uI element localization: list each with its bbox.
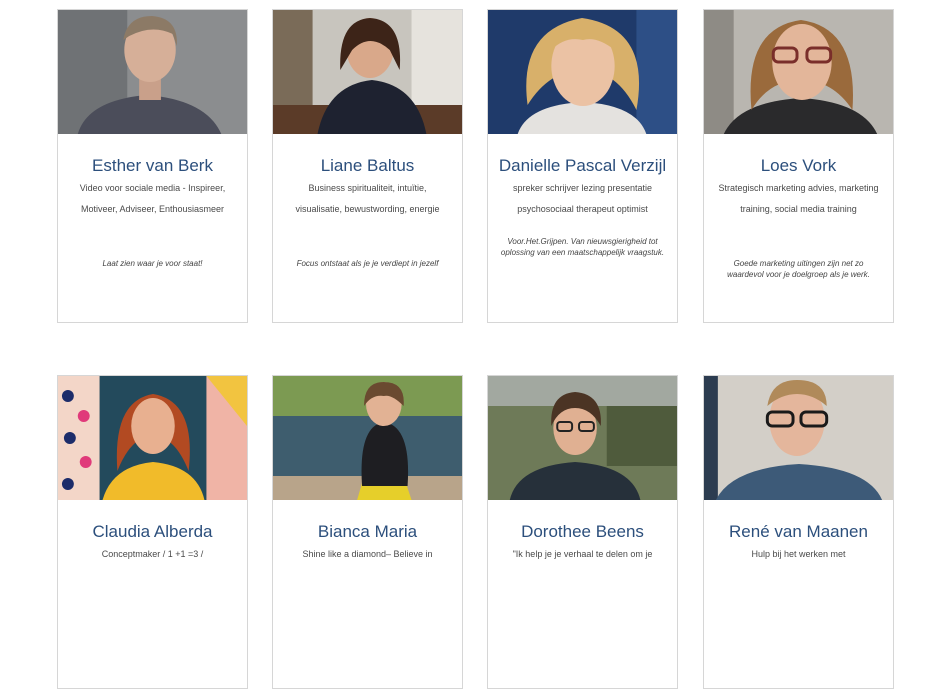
speaker-quote: Voor.Het.Grijpen. Van nieuwsgierigheid t… — [500, 237, 665, 257]
speaker-description: spreker schrijver lezing presentatie psy… — [512, 183, 653, 214]
speaker-description: Strategisch marketing advies, marketing … — [718, 183, 879, 214]
speaker-photo[interactable] — [273, 376, 462, 500]
speaker-card[interactable]: Liane Baltus Business spiritualiteit, in… — [272, 9, 463, 323]
speaker-photo[interactable] — [704, 376, 893, 500]
speaker-quote: Focus ontstaat als je je verdiept in jez… — [296, 259, 439, 268]
speaker-card[interactable]: Danielle Pascal Verzijl spreker schrijve… — [487, 9, 678, 323]
speaker-photo[interactable] — [488, 10, 677, 134]
speaker-description: Business spiritualiteit, intuïtie, visua… — [295, 183, 440, 214]
speaker-description: "Ik help je je verhaal te delen om je — [512, 549, 653, 559]
speaker-description: Conceptmaker / 1 +1 =3 / — [101, 549, 204, 559]
speaker-photo[interactable] — [58, 376, 247, 500]
speaker-quote: Laat zien waar je voor staat! — [102, 259, 203, 268]
speaker-card[interactable]: Dorothee Beens "Ik help je je verhaal te… — [487, 375, 678, 689]
speaker-name[interactable]: Esther van Berk — [62, 156, 243, 176]
speaker-name[interactable]: Danielle Pascal Verzijl — [492, 156, 673, 176]
speaker-name[interactable]: Loes Vork — [708, 156, 889, 176]
speaker-card[interactable]: Loes Vork Strategisch marketing advies, … — [703, 9, 894, 323]
speaker-quote: Goede marketing uitingen zijn net zo waa… — [727, 259, 870, 279]
speaker-name[interactable]: Liane Baltus — [277, 156, 458, 176]
speaker-photo[interactable] — [273, 10, 462, 134]
speaker-description: Hulp bij het werken met — [751, 549, 846, 559]
speaker-card[interactable]: Bianca Maria Shine like a diamond– Belie… — [272, 375, 463, 689]
speaker-description: Video voor sociale media - Inspireer, Mo… — [79, 183, 226, 214]
speaker-photo[interactable] — [704, 10, 893, 134]
speaker-name[interactable]: Bianca Maria — [277, 522, 458, 542]
speaker-name[interactable]: Dorothee Beens — [492, 522, 673, 542]
speaker-card[interactable]: Esther van Berk Video voor sociale media… — [57, 9, 248, 323]
speaker-name[interactable]: René van Maanen — [708, 522, 889, 542]
speaker-card[interactable]: René van Maanen Hulp bij het werken met — [703, 375, 894, 689]
speaker-photo[interactable] — [58, 10, 247, 134]
speaker-photo[interactable] — [488, 376, 677, 500]
speaker-name[interactable]: Claudia Alberda — [62, 522, 243, 542]
speaker-description: Shine like a diamond– Believe in — [302, 549, 433, 559]
speaker-card[interactable]: Claudia Alberda Conceptmaker / 1 +1 =3 / — [57, 375, 248, 689]
